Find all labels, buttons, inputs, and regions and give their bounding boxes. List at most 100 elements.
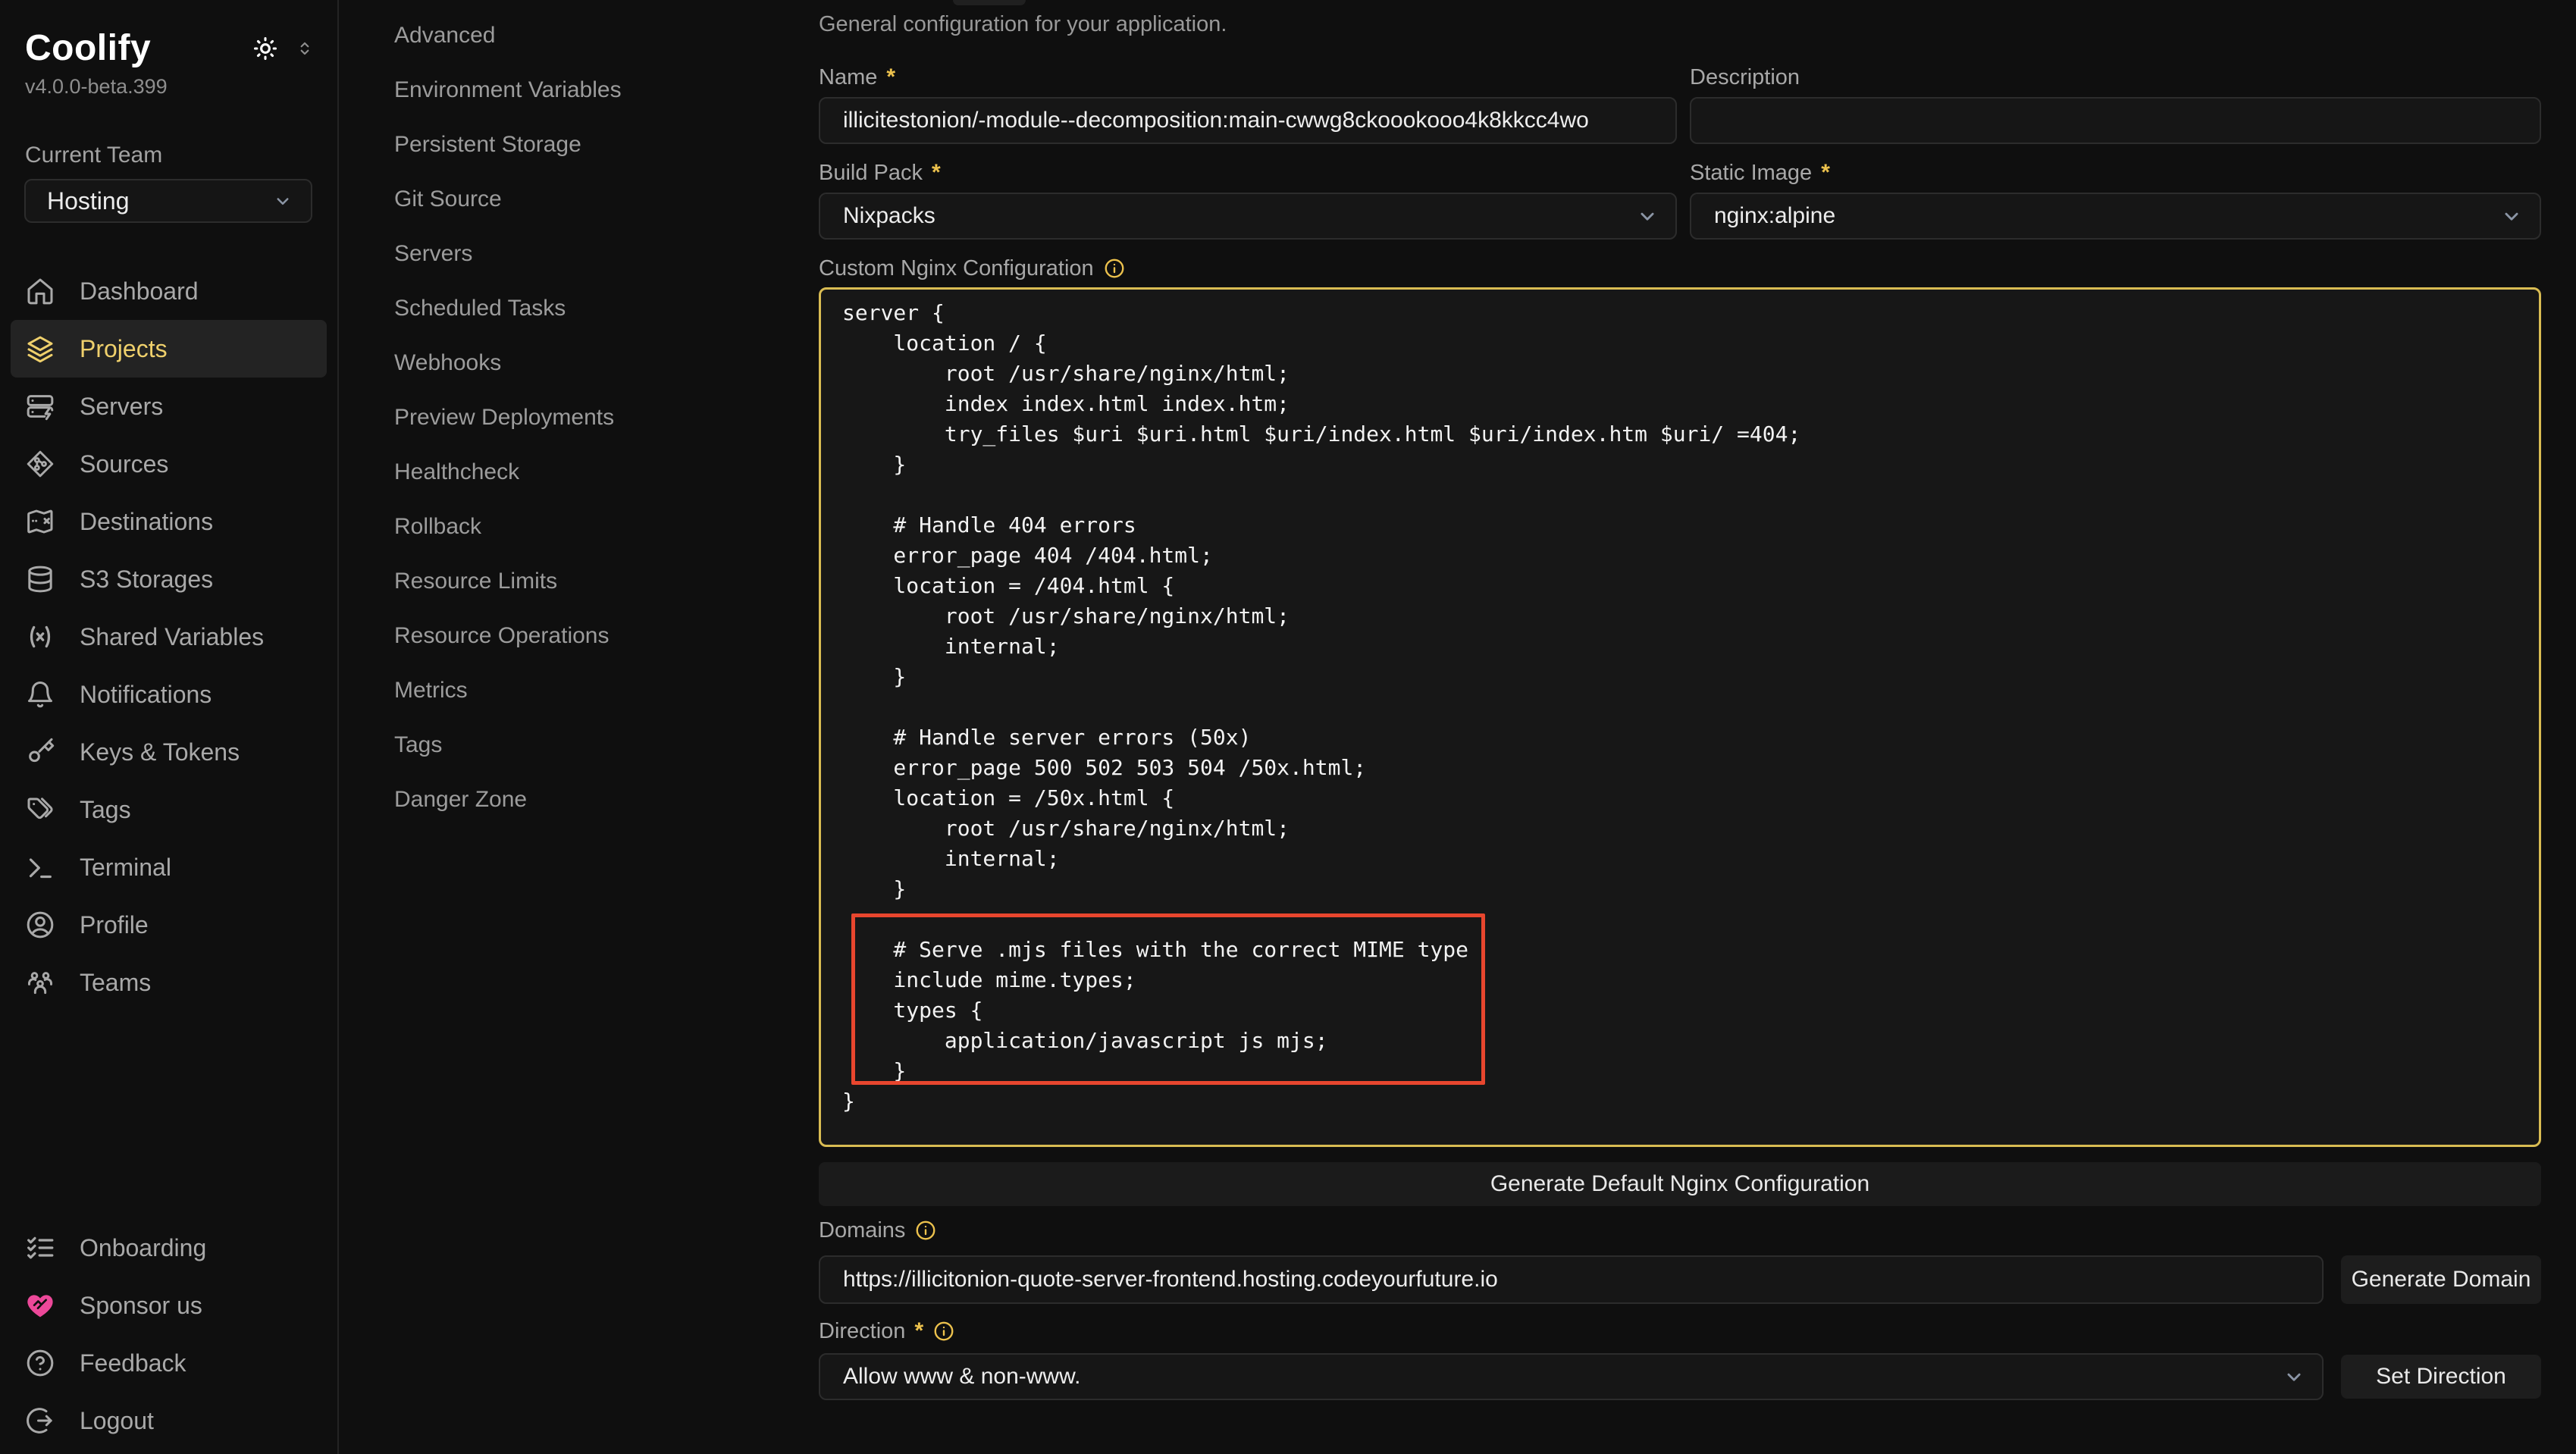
code-line: types { — [842, 995, 2524, 1026]
generate-domain-button[interactable]: Generate Domain — [2341, 1255, 2541, 1304]
code-line: # Serve .mjs files with the correct MIME… — [842, 935, 2524, 965]
code-line: } — [842, 662, 2524, 692]
app-title: Coolify — [25, 27, 151, 69]
tags-icon — [25, 794, 55, 825]
sidebar-item-keys-tokens[interactable]: Keys & Tokens — [11, 723, 327, 781]
code-line: index index.html index.htm; — [842, 389, 2524, 419]
code-line: } — [842, 450, 2524, 480]
description-field: Description — [1690, 64, 2541, 144]
theme-toggle-sun-icon[interactable] — [252, 36, 278, 61]
heart-hands-icon — [25, 1290, 55, 1321]
submenu-item[interactable]: Rollback — [394, 500, 819, 554]
submenu-item[interactable]: Metrics — [394, 663, 819, 718]
domains-label: Domains — [819, 1217, 2541, 1244]
submenu-item[interactable]: Webhooks — [394, 336, 819, 390]
clipped-tab-artifact — [953, 0, 1026, 5]
sidebar-item-s3-storages[interactable]: S3 Storages — [11, 550, 327, 608]
code-line: application/javascript js mjs; — [842, 1026, 2524, 1056]
submenu-item[interactable]: Resource Limits — [394, 554, 819, 609]
code-line: } — [842, 1056, 2524, 1086]
submenu-item[interactable]: Servers — [394, 227, 819, 281]
description-input[interactable] — [1690, 97, 2541, 144]
nginx-config-textarea[interactable]: server { location / { root /usr/share/ng… — [819, 287, 2541, 1147]
code-line: root /usr/share/nginx/html; — [842, 813, 2524, 844]
build-pack-select[interactable]: Nixpacks — [819, 193, 1677, 240]
submenu-item[interactable]: Scheduled Tasks — [394, 281, 819, 336]
generate-default-nginx-button[interactable]: Generate Default Nginx Configuration — [819, 1162, 2541, 1206]
code-line: try_files $uri $uri.html $uri/index.html… — [842, 419, 2524, 450]
name-label: Name* — [819, 64, 1677, 91]
direction-select[interactable]: Allow www & non-www. — [819, 1353, 2324, 1400]
submenu-item[interactable]: Advanced — [394, 8, 819, 63]
checklist-icon — [25, 1233, 55, 1263]
variable-icon — [25, 622, 55, 652]
code-line: internal; — [842, 631, 2524, 662]
set-direction-button[interactable]: Set Direction — [2341, 1355, 2541, 1399]
logout-icon — [25, 1405, 55, 1436]
direction-row: Allow www & non-www. Set Direction — [819, 1353, 2541, 1400]
code-line: location / { — [842, 328, 2524, 359]
user-circle-icon — [25, 910, 55, 940]
info-icon[interactable] — [914, 1219, 937, 1242]
code-line: include mime.types; — [842, 965, 2524, 995]
sidebar-item-profile[interactable]: Profile — [11, 896, 327, 954]
brand-icons — [252, 36, 315, 61]
settings-submenu: Advanced Environment Variables Persisten… — [339, 0, 819, 1454]
server-icon — [25, 391, 55, 421]
code-line: } — [842, 874, 2524, 904]
sidebar-item-servers[interactable]: Servers — [11, 378, 327, 435]
name-input[interactable] — [819, 97, 1677, 144]
sidebar-item-onboarding[interactable]: Onboarding — [11, 1219, 327, 1277]
team-select[interactable]: Hosting — [24, 179, 312, 223]
sidebar-item-sources[interactable]: Sources — [11, 435, 327, 493]
info-icon[interactable] — [932, 1320, 955, 1343]
home-icon — [25, 276, 55, 306]
static-image-label: Static Image* — [1690, 159, 2541, 186]
code-line — [842, 480, 2524, 510]
code-line: root /usr/share/nginx/html; — [842, 359, 2524, 389]
sidebar-item-tags[interactable]: Tags — [11, 781, 327, 838]
submenu-item[interactable]: Healthcheck — [394, 445, 819, 500]
sidebar-item-notifications[interactable]: Notifications — [11, 666, 327, 723]
sidebar-item-feedback[interactable]: Feedback — [11, 1334, 327, 1392]
sidebar-item-logout[interactable]: Logout — [11, 1392, 327, 1449]
chevron-down-icon — [271, 190, 294, 212]
code-line: location = /50x.html { — [842, 783, 2524, 813]
sidebar-item-dashboard[interactable]: Dashboard — [11, 262, 327, 320]
code-line: # Handle server errors (50x) — [842, 722, 2524, 753]
submenu-item[interactable]: Environment Variables — [394, 63, 819, 118]
required-asterisk: * — [1821, 160, 1830, 186]
domains-input[interactable] — [819, 1255, 2324, 1304]
submenu-item[interactable]: Persistent Storage — [394, 118, 819, 172]
submenu-item[interactable]: Git Source — [394, 172, 819, 227]
chevron-down-icon — [2499, 203, 2524, 229]
build-pack-label: Build Pack* — [819, 159, 1677, 186]
version-selector-icon[interactable] — [295, 39, 315, 58]
submenu-item[interactable]: Resource Operations — [394, 609, 819, 663]
primary-sidebar: Coolify v4.0.0-beta.399 Current Team Hos… — [0, 0, 339, 1454]
page-subtitle: General configuration for your applicati… — [819, 11, 2541, 38]
sidebar-item-terminal[interactable]: Terminal — [11, 838, 327, 896]
sidebar-item-sponsor-us[interactable]: Sponsor us — [11, 1277, 327, 1334]
code-line: location = /404.html { — [842, 571, 2524, 601]
code-line — [842, 904, 2524, 935]
layers-icon — [25, 334, 55, 364]
sidebar-item-teams[interactable]: Teams — [11, 954, 327, 1011]
sidebar-nav: Dashboard Projects Servers Sources Desti… — [11, 262, 327, 1011]
submenu-item[interactable]: Tags — [394, 718, 819, 772]
submenu-item[interactable]: Preview Deployments — [394, 390, 819, 445]
static-image-field: Static Image* nginx:alpine — [1690, 159, 2541, 240]
required-asterisk: * — [932, 160, 941, 186]
code-line: error_page 500 502 503 504 /50x.html; — [842, 753, 2524, 783]
submenu-item[interactable]: Danger Zone — [394, 772, 819, 827]
general-settings-panel: General configuration for your applicati… — [819, 0, 2576, 1454]
sidebar-item-projects[interactable]: Projects — [11, 320, 327, 378]
key-icon — [25, 737, 55, 767]
current-team-label: Current Team — [25, 143, 327, 168]
static-image-select[interactable]: nginx:alpine — [1690, 193, 2541, 240]
info-icon[interactable] — [1103, 257, 1126, 280]
sidebar-item-destinations[interactable]: Destinations — [11, 493, 327, 550]
sidebar-item-shared-variables[interactable]: Shared Variables — [11, 608, 327, 666]
code-line: root /usr/share/nginx/html; — [842, 601, 2524, 631]
app-root: Coolify v4.0.0-beta.399 Current Team Hos… — [0, 0, 2576, 1454]
